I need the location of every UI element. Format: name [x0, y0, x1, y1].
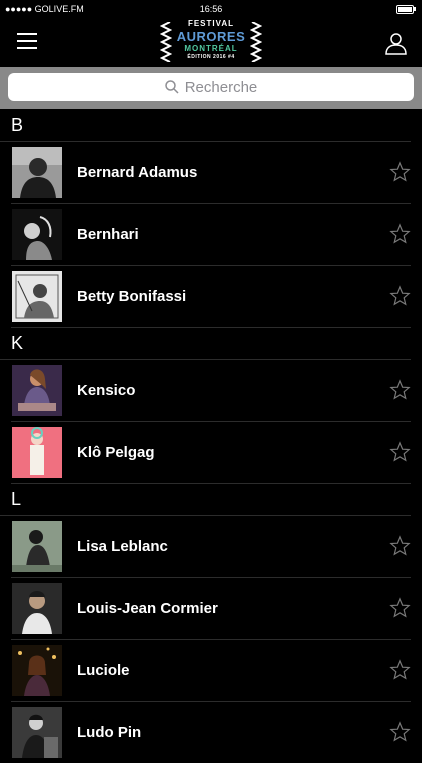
- menu-button[interactable]: [16, 30, 40, 54]
- star-icon[interactable]: [389, 441, 411, 463]
- logo-zigzag-right: [250, 22, 262, 62]
- artist-name: Ludo Pin: [77, 724, 142, 741]
- artist-photo: [12, 365, 62, 416]
- artist-photo: [12, 521, 62, 572]
- logo-line-festival: FESTIVAL: [187, 19, 235, 28]
- star-icon[interactable]: [389, 223, 411, 245]
- artist-name: Kensico: [77, 382, 136, 399]
- search-input[interactable]: Recherche: [8, 73, 414, 101]
- artist-photo: [12, 645, 62, 696]
- artist-photo: [12, 707, 62, 758]
- artist-name: Bernhari: [77, 226, 139, 243]
- artist-row[interactable]: Louis-Jean Cormier: [11, 578, 411, 640]
- hamburger-icon-line: [17, 40, 37, 42]
- app-header: FESTIVAL AURORES MONTRÉAL ÉDITION 2016 #…: [0, 20, 422, 68]
- artist-list: B Bernard Adamus Bernhari Betty Bonifass…: [0, 110, 422, 763]
- star-icon[interactable]: [389, 721, 411, 743]
- artist-photo: [12, 147, 62, 198]
- artist-row[interactable]: Bernhari: [11, 204, 411, 266]
- status-time: 16:56: [199, 4, 223, 14]
- artist-name: Betty Bonifassi: [77, 288, 187, 305]
- artist-row[interactable]: Luciole: [11, 640, 411, 702]
- artist-row[interactable]: Ludo Pin: [11, 702, 411, 763]
- logo-line-aurores: AURORES: [176, 29, 246, 44]
- logo-line-edition: ÉDITION 2016 #4: [187, 54, 235, 60]
- section-header-l: L: [0, 484, 411, 516]
- star-icon[interactable]: [389, 535, 411, 557]
- logo-line-montreal: MONTRÉAL: [184, 44, 238, 53]
- search-placeholder: Recherche: [184, 78, 258, 96]
- star-icon[interactable]: [389, 379, 411, 401]
- section-header-k: K: [0, 328, 411, 360]
- artist-row[interactable]: Kensico: [11, 360, 411, 422]
- artist-name: Lisa Leblanc: [77, 538, 168, 555]
- artist-row[interactable]: Bernard Adamus: [11, 142, 411, 204]
- star-icon[interactable]: [389, 161, 411, 183]
- search-icon: [164, 80, 179, 94]
- artist-row[interactable]: Klô Pelgag: [11, 422, 411, 484]
- star-icon[interactable]: [389, 659, 411, 681]
- festival-logo: FESTIVAL AURORES MONTRÉAL ÉDITION 2016 #…: [160, 20, 262, 66]
- artist-name: Louis-Jean Cormier: [77, 600, 218, 617]
- search-bar: Recherche: [0, 67, 422, 109]
- hamburger-icon-line: [17, 47, 37, 49]
- artist-photo: [12, 583, 62, 634]
- status-bar: ●●●●● GOLIVE.FM 16:56: [0, 0, 422, 20]
- artist-photo: [12, 271, 62, 322]
- hamburger-icon-line: [17, 33, 37, 35]
- artist-row[interactable]: Betty Bonifassi: [11, 266, 411, 328]
- artist-row[interactable]: Lisa Leblanc: [11, 516, 411, 578]
- artist-name: Bernard Adamus: [77, 164, 198, 181]
- star-icon[interactable]: [389, 597, 411, 619]
- artist-name: Luciole: [77, 662, 130, 679]
- artist-name: Klô Pelgag: [77, 444, 155, 461]
- battery-tip: [414, 7, 416, 11]
- battery-icon: [396, 5, 414, 14]
- star-icon[interactable]: [389, 285, 411, 307]
- user-icon[interactable]: [384, 31, 408, 55]
- artist-photo: [12, 209, 62, 260]
- section-header-b: B: [0, 110, 411, 142]
- artist-photo: [12, 427, 62, 478]
